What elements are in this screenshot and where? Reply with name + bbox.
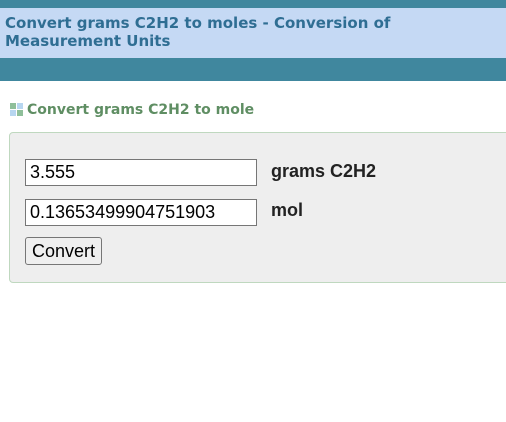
grid-icon <box>10 103 24 117</box>
grams-unit-label: grams C2H2 <box>271 161 377 181</box>
grams-input[interactable] <box>25 159 257 186</box>
page-title: Convert grams C2H2 to moles - Conversion… <box>5 14 391 50</box>
moles-unit-label: mol <box>271 200 304 220</box>
section-heading: Convert grams C2H2 to mole <box>10 101 254 119</box>
title-band: Convert grams C2H2 to moles - Conversion… <box>0 8 506 58</box>
moles-input[interactable] <box>25 199 257 226</box>
convert-button[interactable]: Convert <box>25 237 103 265</box>
converter-box: grams C2H2 mol Convert <box>9 132 506 283</box>
section-title: Convert grams C2H2 to mole <box>27 102 255 118</box>
nav-bar <box>0 58 506 81</box>
header-top-strip <box>0 0 506 8</box>
